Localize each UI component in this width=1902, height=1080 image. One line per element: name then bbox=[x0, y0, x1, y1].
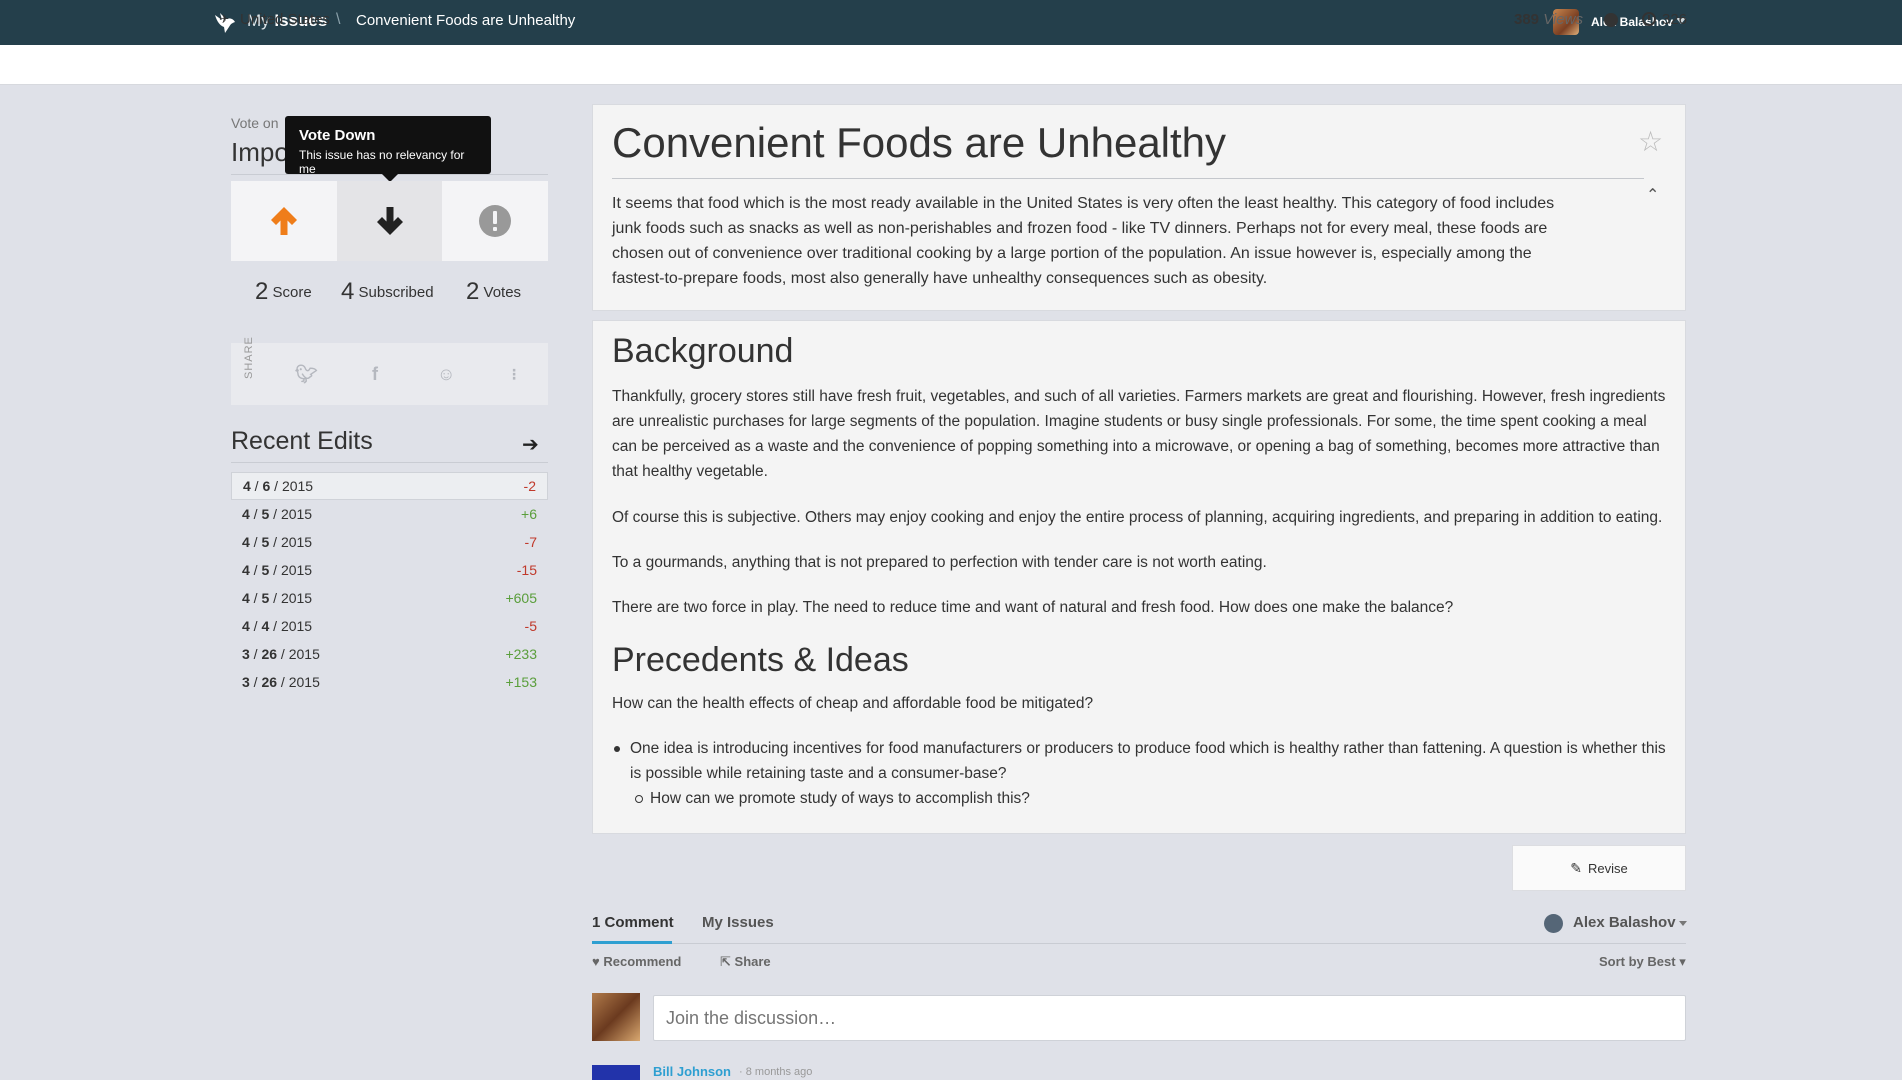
share-icon: ⇱ bbox=[720, 954, 731, 969]
exclamation-icon bbox=[479, 205, 512, 237]
heart-icon: ♥ bbox=[592, 954, 600, 969]
list-item: How can we promote study of ways to acco… bbox=[635, 786, 1030, 811]
edit-delta: -15 bbox=[516, 562, 537, 578]
ideas-heading: Precedents & Ideas bbox=[612, 641, 909, 679]
twitter-icon[interactable]: 🐦︎ bbox=[295, 364, 318, 385]
avatar[interactable] bbox=[1544, 914, 1563, 933]
score-stat: 2 Score bbox=[255, 278, 312, 305]
edit-date: 3 / 26 / 2015 bbox=[242, 646, 320, 662]
list-item[interactable]: 4 / 5 / 2015 +6 bbox=[231, 500, 548, 528]
recommend-button[interactable]: ♥ Recommend bbox=[592, 954, 681, 969]
issue-summary-card: Convenient Foods are Unhealthy ☆ ⌃ It se… bbox=[592, 104, 1686, 311]
avatar bbox=[592, 993, 640, 1041]
views-count: 389 Views bbox=[1514, 11, 1583, 28]
list-item[interactable]: 4 / 6 / 2015 -2 bbox=[231, 472, 548, 500]
issue-summary: It seems that food which is the most rea… bbox=[612, 195, 1555, 287]
tooltip: Vote Down This issue has no relevancy fo… bbox=[285, 116, 491, 182]
background-heading: Background bbox=[612, 332, 794, 370]
arrow-right-icon[interactable]: ➔ bbox=[522, 432, 539, 457]
issue-body-card: Background Thankfully, grocery stores st… bbox=[592, 320, 1686, 834]
background-paragraph: Thankfully, grocery stores still have fr… bbox=[612, 388, 1666, 480]
comment-timestamp[interactable]: · 8 months ago bbox=[739, 1066, 812, 1078]
list-item[interactable]: 4 / 5 / 2015 -7 bbox=[231, 528, 548, 556]
background-paragraph: Of course this is subjective. Others may… bbox=[612, 509, 1663, 526]
revise-button[interactable]: ✎ Revise bbox=[1512, 845, 1686, 891]
comment-input[interactable] bbox=[653, 995, 1686, 1041]
flag-button[interactable] bbox=[442, 181, 548, 261]
facebook-icon[interactable]: f bbox=[372, 364, 378, 385]
arrow-down-icon bbox=[376, 207, 403, 235]
plane-icon: ✈ bbox=[219, 12, 230, 26]
clock-icon bbox=[1642, 12, 1656, 26]
edit-delta: -2 bbox=[523, 478, 536, 494]
edit-date: 4 / 6 / 2015 bbox=[243, 478, 314, 494]
chevron-down-icon[interactable] bbox=[1679, 921, 1687, 926]
tooltip-title: Vote Down bbox=[299, 127, 376, 144]
vote-down-button[interactable] bbox=[336, 181, 443, 261]
list-item[interactable]: 3 / 26 / 2015 +153 bbox=[231, 668, 548, 696]
edit-date: 4 / 4 / 2015 bbox=[242, 618, 313, 634]
subscribed-stat[interactable]: 4 Subscribed bbox=[341, 278, 434, 306]
active-tab-indicator bbox=[592, 941, 672, 944]
avatar[interactable] bbox=[592, 1065, 640, 1080]
divider bbox=[612, 178, 1644, 179]
edit-date: 3 / 26 / 2015 bbox=[242, 674, 320, 690]
breadcrumb-current[interactable]: Convenient Foods are Unhealthy bbox=[356, 12, 575, 29]
votes-stat: 2 Votes bbox=[466, 278, 522, 305]
list-item[interactable]: 4 / 5 / 2015 +605 bbox=[231, 584, 548, 612]
tab-community[interactable]: My Issues bbox=[702, 914, 774, 931]
info-bar bbox=[0, 45, 1902, 85]
edit-date: 4 / 5 / 2015 bbox=[242, 590, 313, 606]
tab-comments[interactable]: 1 Comment bbox=[592, 914, 674, 931]
comment-author[interactable]: Bill Johnson bbox=[653, 1064, 731, 1079]
list-item[interactable]: 4 / 5 / 2015 -15 bbox=[231, 556, 548, 584]
tooltip-body: This issue has no relevancy for me bbox=[299, 148, 465, 176]
edit-delta: -7 bbox=[524, 534, 537, 550]
background-paragraph: To a gourmands, anything that is not pre… bbox=[612, 554, 1267, 571]
edit-date: 4 / 5 / 2015 bbox=[242, 534, 313, 550]
recent-edits-title: Recent Edits bbox=[231, 427, 373, 455]
more-icon[interactable]: ⋮ bbox=[507, 366, 521, 383]
share-label: SHARE bbox=[243, 336, 255, 379]
recent-edits-list: 4 / 6 / 2015 -2 4 / 5 / 2015 +6 4 / 5 / 2015… bbox=[231, 472, 548, 696]
vote-buttons bbox=[231, 181, 548, 261]
history-count: 326 bbox=[1662, 11, 1688, 28]
pencil-icon: ✎ bbox=[1570, 859, 1582, 876]
star-icon[interactable]: ☆ bbox=[1638, 125, 1663, 158]
sort-dropdown[interactable]: Sort by Best ▾ bbox=[1599, 954, 1686, 970]
edit-delta: +605 bbox=[505, 590, 537, 606]
breadcrumb-separator: \ bbox=[336, 11, 341, 28]
edit-delta: -5 bbox=[524, 618, 537, 634]
vote-label: Vote on bbox=[231, 115, 279, 131]
reddit-icon[interactable]: ☺ bbox=[437, 364, 455, 385]
page-title: Convenient Foods are Unhealthy bbox=[612, 119, 1227, 166]
chevron-up-icon[interactable]: ⌃ bbox=[1646, 185, 1659, 205]
edit-delta: +6 bbox=[521, 506, 537, 522]
edit-date: 4 / 5 / 2015 bbox=[242, 506, 313, 522]
vote-up-button[interactable] bbox=[231, 181, 337, 261]
arrow-up-icon bbox=[270, 207, 297, 235]
divider bbox=[592, 943, 1686, 944]
globe-icon[interactable] bbox=[1604, 13, 1618, 27]
list-item[interactable]: 3 / 26 / 2015 +233 bbox=[231, 640, 548, 668]
share-button[interactable]: ⇱ Share bbox=[720, 954, 771, 970]
location-label[interactable]: United States bbox=[240, 11, 330, 28]
edit-delta: +233 bbox=[505, 646, 537, 662]
ideas-paragraph: How can the health effects of cheap and … bbox=[612, 695, 1094, 712]
share-panel bbox=[231, 343, 548, 405]
list-item[interactable]: 4 / 4 / 2015 -5 bbox=[231, 612, 548, 640]
list-item: One idea is introducing incentives for f… bbox=[614, 736, 1670, 786]
divider bbox=[231, 462, 548, 463]
background-paragraph: There are two force in play. The need to… bbox=[612, 599, 1454, 616]
edit-date: 4 / 5 / 2015 bbox=[242, 562, 313, 578]
comment-user-menu[interactable]: Alex Balashov bbox=[1573, 914, 1676, 931]
edit-delta: +153 bbox=[505, 674, 537, 690]
